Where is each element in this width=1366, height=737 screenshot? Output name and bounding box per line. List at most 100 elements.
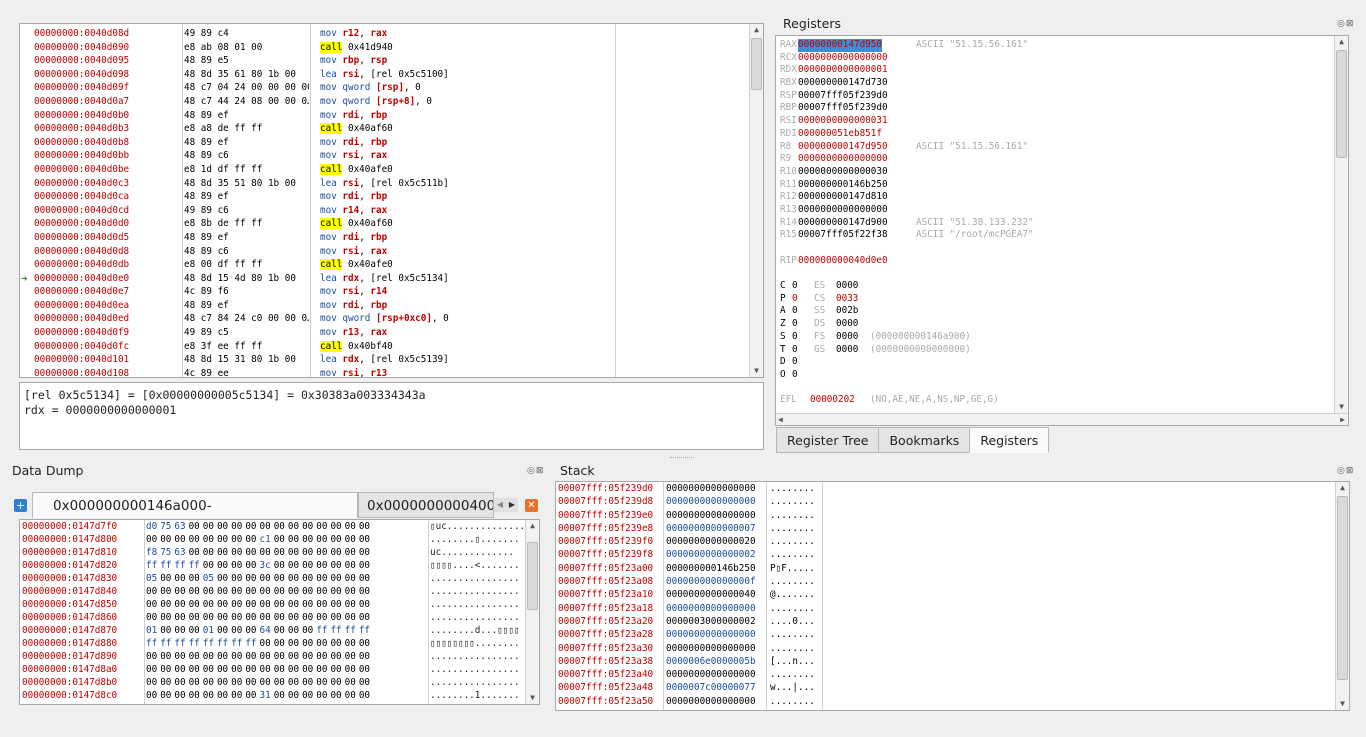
- hex-byte[interactable]: 00: [231, 611, 245, 624]
- hex-byte[interactable]: 00: [316, 520, 330, 533]
- stack-row[interactable]: 00007fff:05f239f8 0000000000000002.......…: [556, 548, 1335, 561]
- hex-byte[interactable]: 00: [217, 663, 231, 676]
- hex-byte[interactable]: 00: [316, 611, 330, 624]
- stack-value[interactable]: 0000000000000000: [666, 509, 756, 522]
- stack-value[interactable]: 0000000000000000: [666, 668, 756, 681]
- hex-byte[interactable]: 00: [146, 585, 160, 598]
- hex-byte[interactable]: 00: [189, 611, 203, 624]
- hex-byte[interactable]: 00: [160, 650, 174, 663]
- hex-byte[interactable]: 00: [217, 689, 231, 702]
- hex-byte[interactable]: 00: [217, 650, 231, 663]
- register-row-rcx[interactable]: RCX 0000000000000000: [776, 52, 1334, 65]
- register-value[interactable]: 000000000040d0e0: [798, 255, 888, 268]
- register-value[interactable]: 000000000147d900: [798, 217, 888, 230]
- hex-byte[interactable]: 00: [330, 611, 344, 624]
- disasm-row[interactable]: 00000000:0040d090 e8 ab 08 01 00 call 0x41…: [20, 41, 749, 55]
- stack-value[interactable]: 0000006e0000005b: [666, 655, 756, 668]
- stack-value[interactable]: 000000000000000f: [666, 575, 756, 588]
- flag-row[interactable]: S 0 FS 0000 (000000000146a900): [776, 331, 1334, 344]
- flag-value[interactable]: 0: [792, 280, 798, 293]
- hex-byte[interactable]: 00: [330, 637, 344, 650]
- hex-byte[interactable]: 00: [316, 676, 330, 689]
- stack-row[interactable]: 00007fff:05f23a28 0000000000000000.......…: [556, 628, 1335, 641]
- hex-byte[interactable]: 00: [174, 676, 188, 689]
- hex-byte[interactable]: 00: [316, 572, 330, 585]
- disasm-row[interactable]: 00000000:0040d0b3 e8 a8 de ff ff call 0x40…: [20, 122, 749, 136]
- hex-byte[interactable]: 00: [245, 611, 259, 624]
- hex-byte[interactable]: 00: [245, 559, 259, 572]
- hex-byte[interactable]: ff: [231, 637, 245, 650]
- hex-byte[interactable]: 00: [245, 624, 259, 637]
- hex-byte[interactable]: 01: [203, 624, 217, 637]
- hex-byte[interactable]: 00: [359, 598, 373, 611]
- hex-byte[interactable]: 00: [174, 572, 188, 585]
- segment-value[interactable]: 0000: [836, 318, 858, 331]
- flag-row[interactable]: A 0 SS 002b: [776, 305, 1334, 318]
- hex-byte[interactable]: 00: [316, 689, 330, 702]
- hex-byte[interactable]: 00: [231, 559, 245, 572]
- segment-value[interactable]: 0033: [836, 293, 858, 306]
- hex-byte[interactable]: 00: [345, 676, 359, 689]
- segment-value[interactable]: 0000: [836, 280, 858, 293]
- hex-byte[interactable]: 00: [189, 689, 203, 702]
- register-value[interactable]: 000000000147d730: [798, 77, 888, 90]
- scroll-down-arrow-icon[interactable]: ▼: [526, 692, 539, 704]
- register-row-r14[interactable]: R14 000000000147d900 ASCII "51.38.133.232": [776, 217, 1334, 230]
- hex-byte[interactable]: 00: [189, 663, 203, 676]
- hex-byte[interactable]: 00: [345, 559, 359, 572]
- hex-byte[interactable]: 00: [302, 624, 316, 637]
- hex-byte[interactable]: ff: [146, 559, 160, 572]
- hex-byte[interactable]: 00: [274, 520, 288, 533]
- disasm-row[interactable]: ➔ 00000000:0040d0e0 48 8d 15 4d 80 1b 00 le…: [20, 272, 749, 286]
- hex-byte[interactable]: 00: [217, 624, 231, 637]
- hex-byte[interactable]: 00: [203, 676, 217, 689]
- hex-byte[interactable]: 00: [274, 572, 288, 585]
- hex-byte[interactable]: 00: [359, 572, 373, 585]
- register-row-rbp[interactable]: RBP 00007fff05f239d0: [776, 102, 1334, 115]
- hex-byte[interactable]: 00: [217, 598, 231, 611]
- register-row-r9[interactable]: R9 0000000000000000: [776, 153, 1334, 166]
- register-row-rsp[interactable]: RSP 00007fff05f239d0: [776, 90, 1334, 103]
- hex-byte[interactable]: 00: [217, 559, 231, 572]
- tab-bookmarks[interactable]: Bookmarks: [878, 427, 971, 453]
- tab-registers[interactable]: Registers: [969, 427, 1050, 453]
- hex-byte[interactable]: 00: [189, 624, 203, 637]
- hex-byte[interactable]: 00: [231, 624, 245, 637]
- stack-row[interactable]: 00007fff:05f239e0 0000000000000000.......…: [556, 509, 1335, 522]
- hex-byte[interactable]: 00: [330, 546, 344, 559]
- hex-byte[interactable]: 00: [146, 663, 160, 676]
- hex-byte[interactable]: 00: [160, 572, 174, 585]
- disasm-row[interactable]: 00000000:0040d0ca 48 89 ef mov rdi, rbp: [20, 190, 749, 204]
- stack-row[interactable]: 00007fff:05f23a20 0000003000000002 ....0..…: [556, 615, 1335, 628]
- scroll-thumb[interactable]: [527, 542, 538, 610]
- hex-byte[interactable]: 00: [316, 559, 330, 572]
- disasm-row[interactable]: 00000000:0040d0b0 48 89 ef mov rdi, rbp: [20, 109, 749, 123]
- stack-value[interactable]: 0000000000000000: [666, 695, 756, 708]
- hex-byte[interactable]: 00: [245, 546, 259, 559]
- stack-row[interactable]: 00007fff:05f239e8 0000000000000007.......…: [556, 522, 1335, 535]
- hex-byte[interactable]: 00: [174, 624, 188, 637]
- scroll-down-arrow-icon[interactable]: ▼: [750, 365, 763, 377]
- flag-value[interactable]: 0: [792, 318, 798, 331]
- hex-byte[interactable]: 00: [359, 546, 373, 559]
- hex-byte[interactable]: 00: [330, 572, 344, 585]
- register-value[interactable]: 00000000147d950: [798, 39, 882, 52]
- hex-byte[interactable]: 63: [174, 520, 188, 533]
- hex-byte[interactable]: 00: [245, 676, 259, 689]
- disasm-row[interactable]: 00000000:0040d0e7 4c 89 f6 mov rsi, r14: [20, 285, 749, 299]
- flag-row[interactable]: T 0 GS 0000 (0000000000000000): [776, 344, 1334, 357]
- hex-byte[interactable]: 00: [231, 663, 245, 676]
- hex-byte[interactable]: 00: [330, 650, 344, 663]
- hex-byte[interactable]: 00: [302, 676, 316, 689]
- scroll-up-arrow-icon[interactable]: ▲: [526, 520, 539, 532]
- register-value[interactable]: 0000000000000000: [798, 153, 888, 166]
- hex-byte[interactable]: 00: [260, 663, 274, 676]
- register-value[interactable]: 0000000000000000: [798, 204, 888, 217]
- hex-row[interactable]: 00000000:0147d830 05 00 00 00 05 00 00 00 00 00 00 0…: [20, 572, 525, 585]
- close-tab-button[interactable]: ✕: [525, 499, 538, 512]
- hex-byte[interactable]: 00: [288, 559, 302, 572]
- scroll-left-arrow-icon[interactable]: ◀: [778, 415, 783, 424]
- hex-byte[interactable]: 00: [302, 572, 316, 585]
- stack-scrollbar[interactable]: ▲ ▼: [1335, 482, 1349, 710]
- disasm-row[interactable]: 00000000:0040d0f9 49 89 c5 mov r13, rax: [20, 326, 749, 340]
